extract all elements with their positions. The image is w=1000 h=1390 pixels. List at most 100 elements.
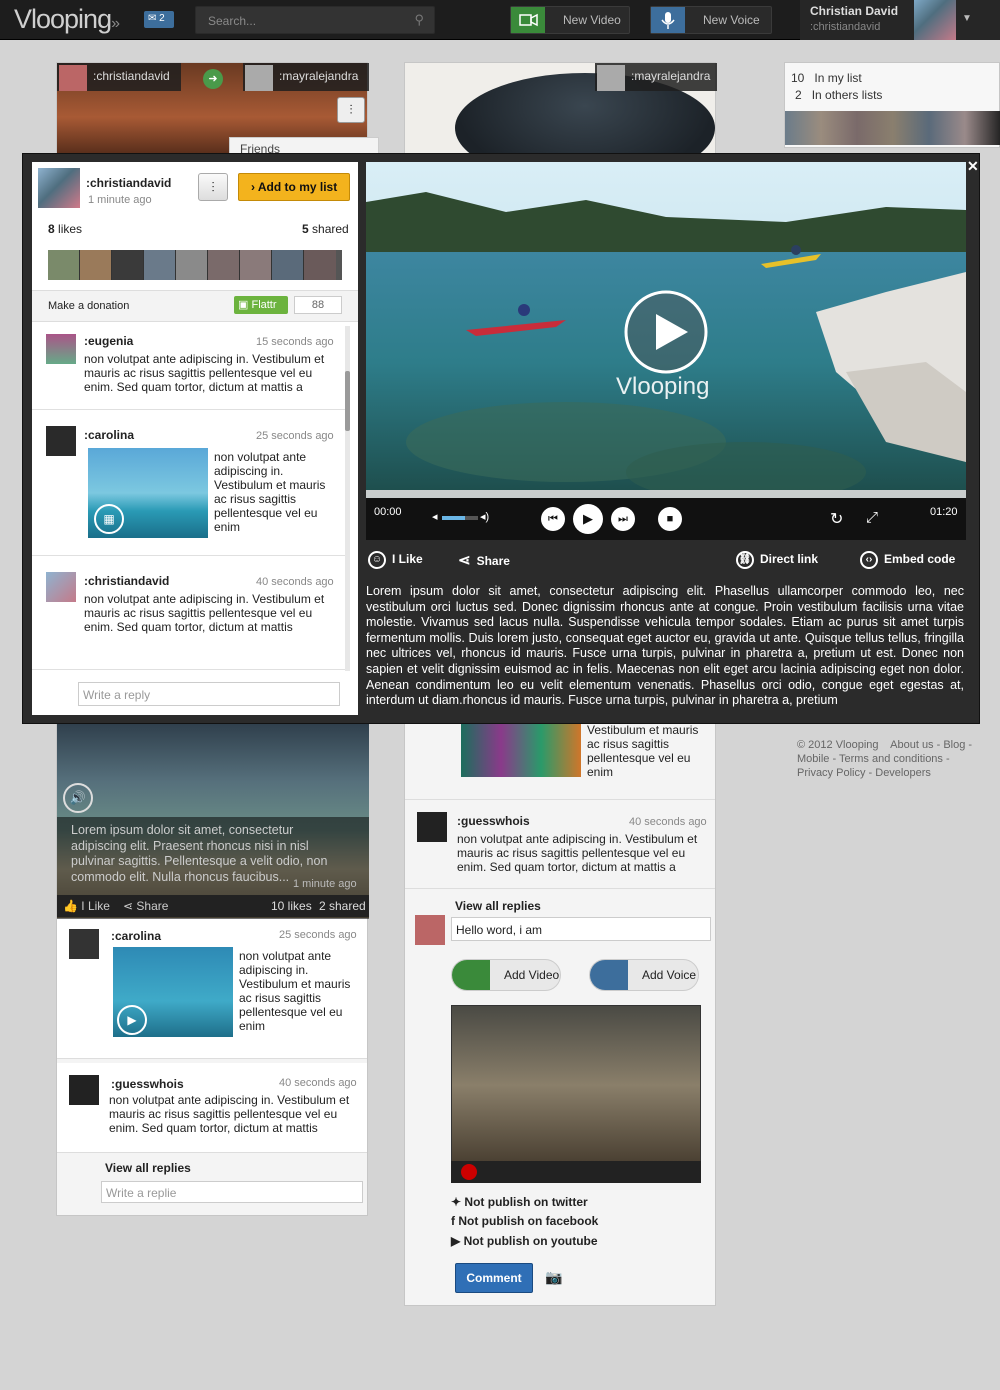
avatar[interactable] bbox=[46, 426, 76, 456]
direct-link-button[interactable]: ⛓ Direct link bbox=[736, 551, 818, 569]
chevron-down-icon[interactable]: ▼ bbox=[962, 13, 972, 24]
new-voice-button[interactable]: New Voice bbox=[650, 6, 772, 34]
facebook-toggle[interactable]: f Not publish on facebook bbox=[451, 1214, 598, 1228]
blog-link[interactable]: Blog bbox=[943, 739, 965, 751]
share-button[interactable]: ⋖ Share bbox=[458, 551, 510, 569]
comment-user[interactable]: :christiandavid bbox=[84, 574, 169, 588]
user-tag[interactable]: :christiandavid bbox=[57, 63, 181, 91]
others-list-link[interactable]: 2 In others lists bbox=[795, 88, 882, 102]
shared-label: shared bbox=[312, 222, 349, 236]
equalizer-icon[interactable]: ⫶ bbox=[198, 173, 228, 201]
shared-count: 2 shared bbox=[319, 899, 366, 913]
avatar[interactable] bbox=[38, 168, 80, 208]
logo[interactable]: Vlooping» bbox=[14, 4, 120, 35]
like-label: I Like bbox=[392, 552, 423, 567]
user-tag[interactable]: :mayralejandra bbox=[595, 63, 717, 91]
youtube-toggle[interactable]: ▶ Not publish on youtube bbox=[451, 1234, 598, 1248]
volume-level bbox=[442, 516, 466, 520]
search-input[interactable]: Search... ⚲ bbox=[195, 6, 435, 34]
like-button[interactable]: ☺ I Like bbox=[368, 551, 423, 569]
volume-slider[interactable] bbox=[442, 516, 478, 520]
donation-bar: Make a donation ▣ Flattr 88 bbox=[32, 290, 358, 322]
comment-time: 40 seconds ago bbox=[279, 1077, 357, 1089]
comment-button[interactable]: Comment bbox=[455, 1263, 533, 1293]
replay-icon[interactable]: ↻ bbox=[830, 509, 843, 529]
new-video-label: New Video bbox=[563, 13, 621, 27]
post-card[interactable]: :christiandavid ➜ :mayralejandra ⫶ Frien… bbox=[56, 62, 379, 157]
stop-icon[interactable]: ■ bbox=[658, 507, 682, 531]
new-video-button[interactable]: New Video bbox=[510, 6, 630, 34]
reply-placeholder: Write a replie bbox=[106, 1186, 177, 1200]
volume-high-icon[interactable]: ◂) bbox=[480, 510, 489, 523]
add-video-button[interactable]: Add Video bbox=[451, 959, 561, 991]
comment-user[interactable]: :eugenia bbox=[84, 334, 133, 348]
post-card[interactable]: :mayralejandra bbox=[404, 62, 717, 183]
avatar bbox=[597, 65, 625, 91]
speaker-icon[interactable]: 🔊 bbox=[63, 783, 93, 813]
equalizer-icon[interactable]: ⫶ bbox=[337, 97, 365, 123]
avatar[interactable] bbox=[46, 334, 76, 364]
comment-user[interactable]: :guesswhois bbox=[457, 814, 530, 828]
comment-text: non volutpat ante adipiscing in. Vestibu… bbox=[84, 592, 325, 634]
avatar[interactable] bbox=[417, 812, 447, 842]
smiley-icon: ☺ bbox=[368, 551, 386, 569]
close-icon[interactable]: ✕ bbox=[967, 158, 979, 175]
comment-user[interactable]: :carolina bbox=[84, 428, 134, 442]
privacy-link[interactable]: Privacy Policy bbox=[797, 767, 865, 779]
rewind-icon[interactable]: ⏮ bbox=[541, 507, 565, 531]
list-member-avatars[interactable] bbox=[785, 111, 1000, 145]
camera-icon[interactable]: 📷 bbox=[545, 1269, 562, 1286]
embed-code-button[interactable]: ‹› Embed code bbox=[860, 551, 955, 569]
comment-user[interactable]: :carolina bbox=[111, 929, 161, 943]
video-player[interactable]: Vlooping bbox=[366, 162, 966, 498]
post-card: 🔊 Lorem ipsum dolor sit amet, consectetu… bbox=[56, 722, 369, 1216]
twitter-toggle[interactable]: ✦ Not publish on twitter bbox=[451, 1195, 588, 1209]
likes-count[interactable]: 8 likes bbox=[48, 222, 82, 236]
reply-input[interactable]: Write a replie bbox=[101, 1181, 363, 1203]
reply-input[interactable]: Write a reply bbox=[78, 682, 340, 706]
view-all-replies-link[interactable]: View all replies bbox=[105, 1161, 191, 1175]
post-caption: Lorem ipsum dolor sit amet, consectetur … bbox=[71, 823, 328, 884]
about-link[interactable]: About us bbox=[890, 739, 933, 751]
volume-low-icon[interactable]: ◂ bbox=[432, 510, 438, 523]
play-button[interactable]: ▶ bbox=[573, 504, 603, 534]
add-to-list-button[interactable]: › Add to my list bbox=[238, 173, 350, 201]
user-menu[interactable]: Christian David :christiandavid ▼ bbox=[800, 0, 1000, 40]
user-tag[interactable]: :mayralejandra bbox=[243, 63, 369, 91]
play-icon[interactable]: ▶ bbox=[117, 1005, 147, 1035]
mobile-link[interactable]: Mobile bbox=[797, 753, 829, 765]
comment-video-thumb[interactable] bbox=[461, 723, 581, 777]
film-icon[interactable]: ▦ bbox=[94, 504, 124, 534]
view-all-replies-link[interactable]: View all replies bbox=[455, 899, 541, 913]
avatar[interactable] bbox=[46, 572, 76, 602]
messages-button[interactable]: ✉ 2 bbox=[144, 11, 174, 28]
comments-scrollbar[interactable] bbox=[345, 326, 350, 671]
flattr-button[interactable]: ▣ Flattr bbox=[234, 296, 288, 314]
developers-link[interactable]: Developers bbox=[875, 767, 931, 779]
footer: © 2012 Vlooping About us - Blog - Mobile… bbox=[797, 739, 973, 779]
search-icon[interactable]: ⚲ bbox=[414, 12, 424, 28]
share-button[interactable]: ⋖ Share bbox=[123, 899, 168, 913]
comment-time: 15 seconds ago bbox=[256, 336, 334, 348]
like-button[interactable]: 👍 I Like bbox=[63, 899, 110, 913]
twitter-icon: ✦ bbox=[451, 1195, 462, 1209]
avatar[interactable] bbox=[914, 0, 956, 40]
reply-input[interactable]: Hello word, i am bbox=[451, 917, 711, 941]
list-item: :carolina 25 seconds ago ▦ non volutpat … bbox=[32, 412, 350, 556]
avatar[interactable] bbox=[69, 1075, 99, 1105]
comment-text: non volutpat ante adipiscing in. Vestibu… bbox=[239, 949, 351, 1033]
terms-link[interactable]: Terms and conditions bbox=[839, 753, 943, 765]
my-list-link[interactable]: 10 In my list bbox=[791, 71, 862, 85]
comment-user[interactable]: :guesswhois bbox=[111, 1077, 184, 1091]
video-camera-icon bbox=[511, 7, 545, 33]
add-voice-button[interactable]: Add Voice bbox=[589, 959, 699, 991]
shared-count[interactable]: 5 shared bbox=[302, 222, 349, 236]
liked-by-avatars[interactable] bbox=[48, 250, 342, 280]
forward-icon[interactable]: ⏭ bbox=[611, 507, 635, 531]
author-name[interactable]: :christiandavid bbox=[86, 176, 171, 190]
avatar[interactable] bbox=[69, 929, 99, 959]
record-icon[interactable] bbox=[461, 1164, 477, 1180]
fullscreen-icon[interactable]: ⤢ bbox=[866, 509, 878, 526]
flattr-count: 88 bbox=[294, 296, 342, 314]
scrollbar-thumb[interactable] bbox=[345, 371, 350, 431]
